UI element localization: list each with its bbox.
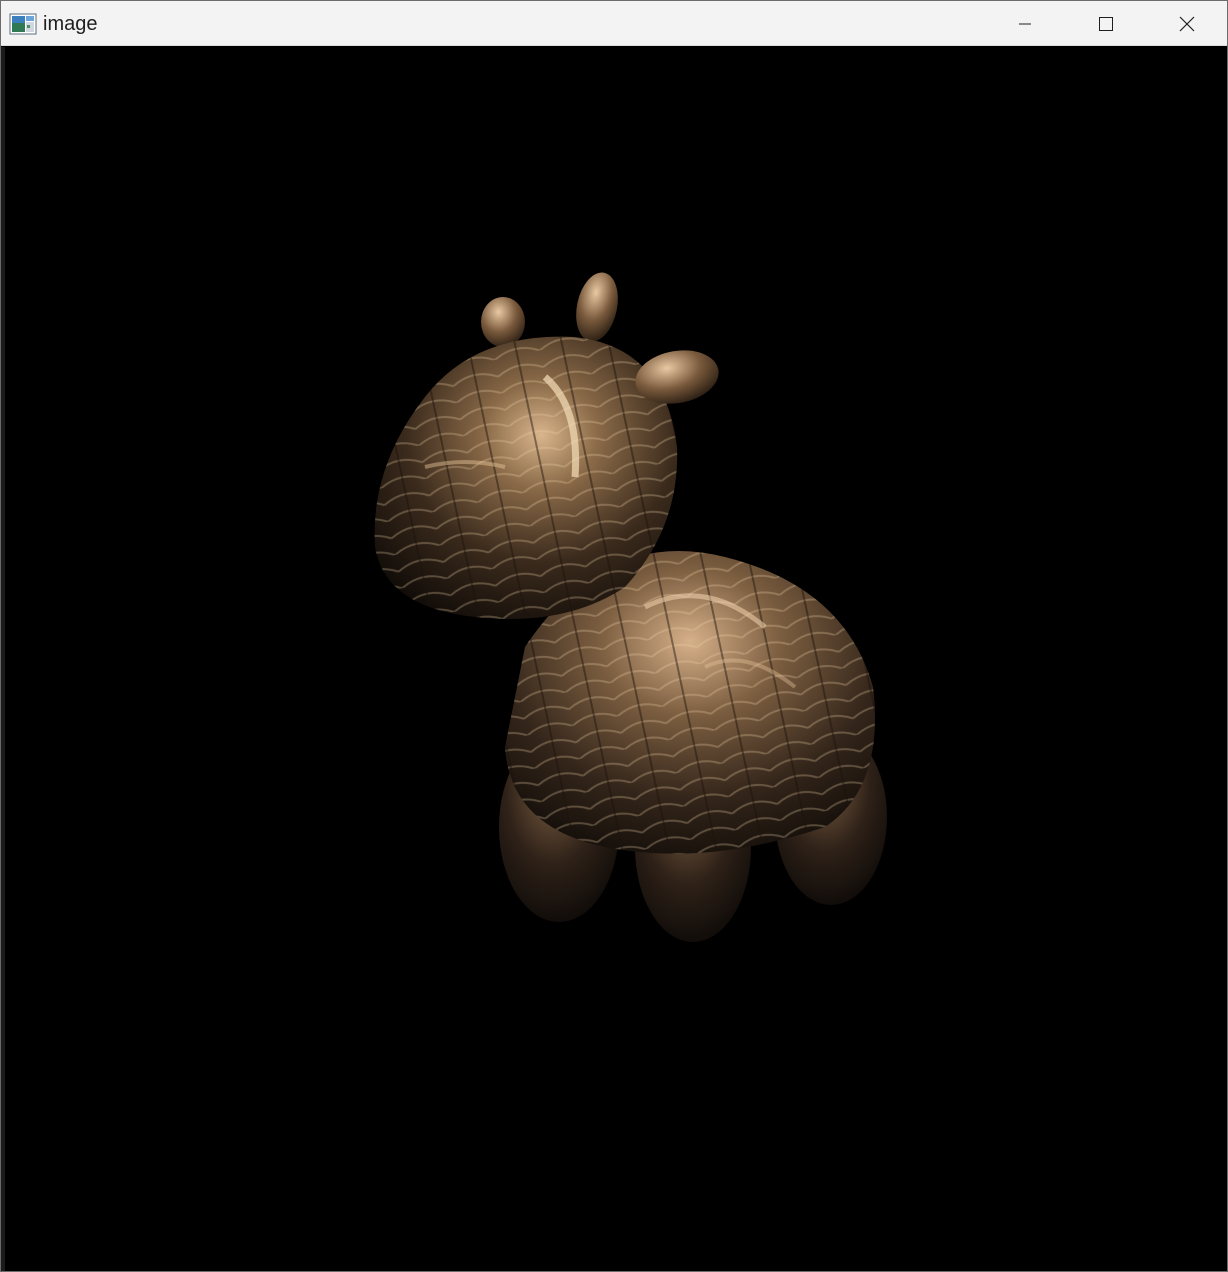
minimize-button[interactable] — [985, 1, 1065, 46]
title-bar[interactable]: image — [1, 1, 1227, 46]
render-viewport[interactable] — [5, 47, 1227, 1271]
minimize-icon — [1019, 23, 1031, 24]
maximize-button[interactable] — [1066, 1, 1146, 46]
image-viewer-icon — [9, 13, 37, 35]
close-button[interactable] — [1147, 1, 1227, 46]
app-window: image — [0, 0, 1228, 1272]
close-icon — [1179, 16, 1195, 31]
maximize-icon — [1099, 16, 1113, 31]
window-title: image — [43, 13, 98, 35]
cow-render — [374, 272, 887, 942]
cow-horns — [481, 272, 618, 347]
